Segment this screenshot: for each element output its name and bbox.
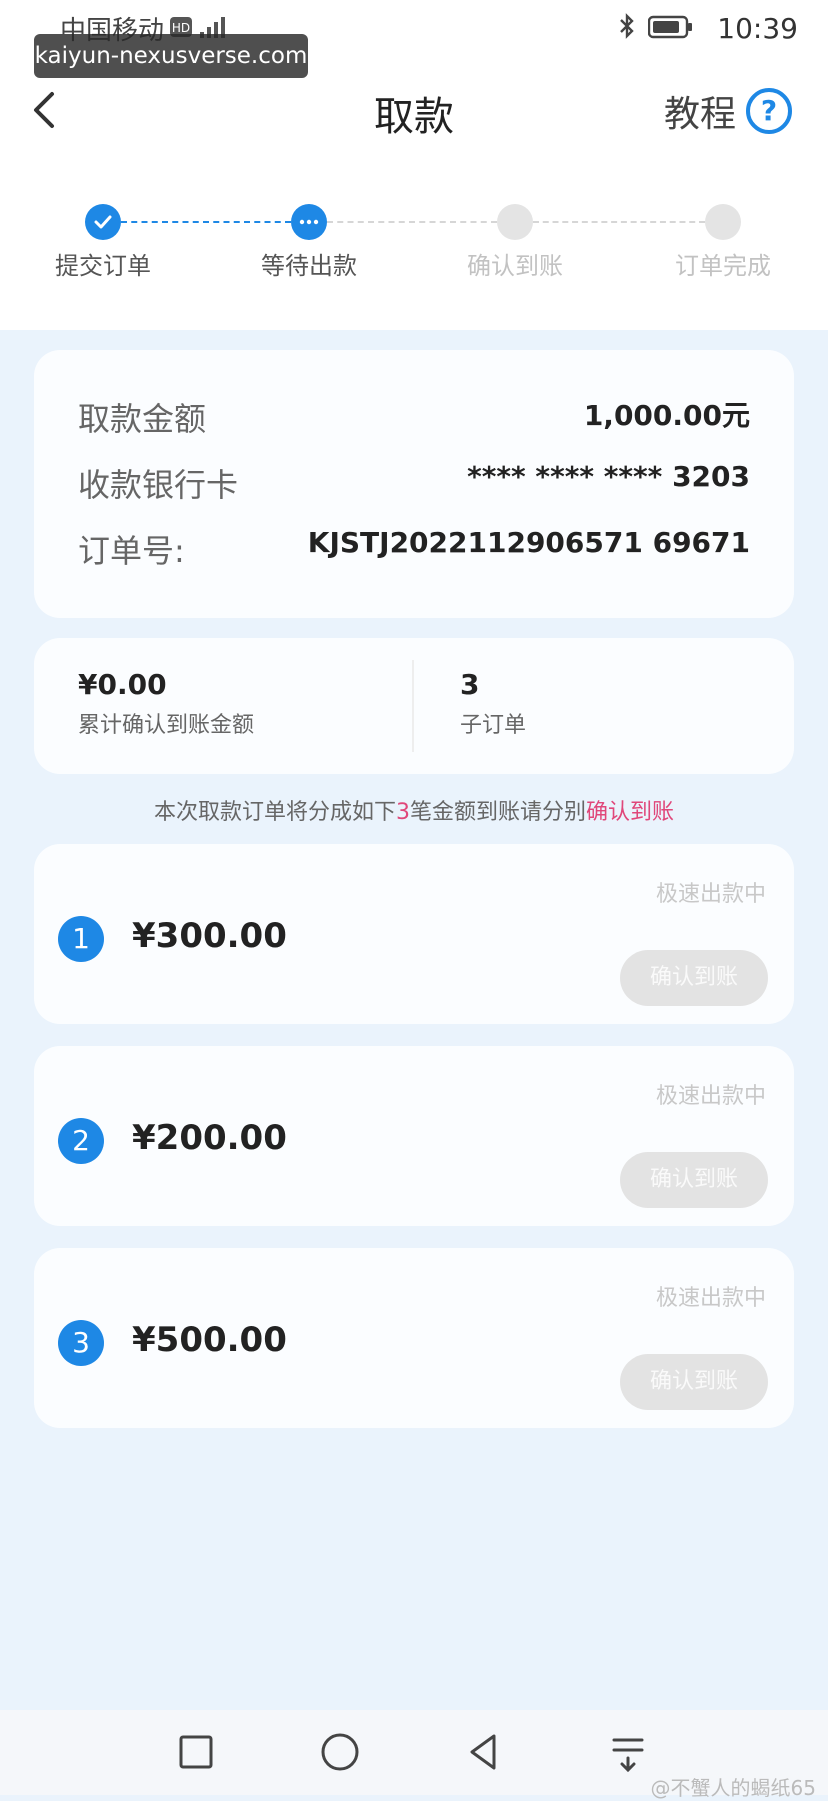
suborder-count: 3 子订单	[460, 668, 526, 739]
step-connector	[121, 221, 291, 223]
suborder-count-value: 3	[460, 668, 480, 701]
notice-action: 确认到账	[586, 800, 675, 825]
svg-text:HD: HD	[172, 21, 190, 35]
menu-icon[interactable]	[606, 1730, 650, 1774]
tutorial-button[interactable]: 教程 ?	[664, 86, 792, 136]
step-label: 订单完成	[675, 252, 771, 280]
suborder-amount: ¥300.00	[132, 916, 287, 956]
amount-label: 取款金额	[78, 400, 207, 438]
bluetooth-icon	[620, 13, 634, 39]
step-pending-icon	[497, 204, 533, 240]
suborder-amount: ¥200.00	[132, 1118, 287, 1158]
step-done-icon	[85, 204, 121, 240]
bank-card-value: **** **** **** 3203	[467, 460, 750, 493]
confirm-receipt-button[interactable]: 确认到账	[620, 950, 768, 1006]
amount-row: 取款金额 1,000.00元	[78, 386, 750, 446]
home-icon[interactable]	[318, 1730, 362, 1774]
suborder-amount: ¥500.00	[132, 1320, 287, 1360]
order-number-value: KJSTJ2022112906571 69671	[307, 526, 750, 559]
confirm-receipt-button[interactable]: 确认到账	[620, 1354, 768, 1410]
suborder-status: 极速出款中	[655, 1286, 766, 1311]
step-connector	[533, 221, 705, 223]
confirmed-amount-value: ¥0.00	[78, 668, 167, 701]
notice-middle: 笔金额到账请分别	[409, 800, 586, 825]
back-nav-icon[interactable]	[462, 1730, 506, 1774]
url-badge: kaiyun-nexusverse.com	[34, 34, 308, 78]
step-label: 等待出款	[261, 252, 357, 280]
bank-card-row: 收款银行卡 **** **** **** 3203	[78, 452, 750, 512]
suborder-index-badge: 3	[58, 1320, 104, 1366]
summary-card: ¥0.00 累计确认到账金额 3 子订单	[34, 638, 794, 774]
help-icon: ?	[746, 88, 792, 134]
clock: 10:39	[717, 12, 798, 45]
divider	[412, 660, 414, 752]
split-notice: 本次取款订单将分成如下3笔金额到账请分别确认到账	[0, 794, 828, 826]
suborder-status: 极速出款中	[655, 1084, 766, 1109]
amount-value: 1,000.00元	[583, 399, 750, 432]
notice-prefix: 本次取款订单将分成如下	[153, 800, 396, 825]
watermark: @不蟹人的蝎纸65	[650, 1776, 816, 1800]
step-current-icon	[291, 204, 327, 240]
suborder-card: 2 ¥200.00 极速出款中 确认到账	[34, 1046, 794, 1226]
confirm-receipt-button[interactable]: 确认到账	[620, 1152, 768, 1208]
order-number-label: 订单号:	[78, 532, 185, 570]
suborder-card: 3 ¥500.00 极速出款中 确认到账	[34, 1248, 794, 1428]
confirmed-amount: ¥0.00 累计确认到账金额	[78, 668, 254, 739]
withdrawal-info-card: 取款金额 1,000.00元 收款银行卡 **** **** **** 3203…	[34, 350, 794, 618]
order-number-row: 订单号: KJSTJ2022112906571 69671	[78, 518, 750, 578]
battery-icon	[648, 15, 692, 39]
suborder-index-badge: 2	[58, 1118, 104, 1164]
confirmed-amount-label: 累计确认到账金额	[78, 713, 255, 738]
step-connector	[327, 221, 497, 223]
progress-steps: 提交订单 等待出款 确认到账 订单完成	[0, 200, 828, 290]
suborder-status: 极速出款中	[655, 882, 766, 907]
recent-apps-icon[interactable]	[174, 1730, 218, 1774]
step-label: 确认到账	[467, 252, 563, 280]
step-pending-icon	[705, 204, 741, 240]
step-label: 提交订单	[55, 252, 151, 280]
tutorial-label: 教程	[663, 94, 736, 135]
suborder-card: 1 ¥300.00 极速出款中 确认到账	[34, 844, 794, 1024]
suborder-count-label: 子订单	[460, 713, 527, 738]
suborder-index-badge: 1	[58, 916, 104, 962]
notice-count: 3	[395, 800, 410, 825]
bank-card-label: 收款银行卡	[78, 466, 239, 504]
